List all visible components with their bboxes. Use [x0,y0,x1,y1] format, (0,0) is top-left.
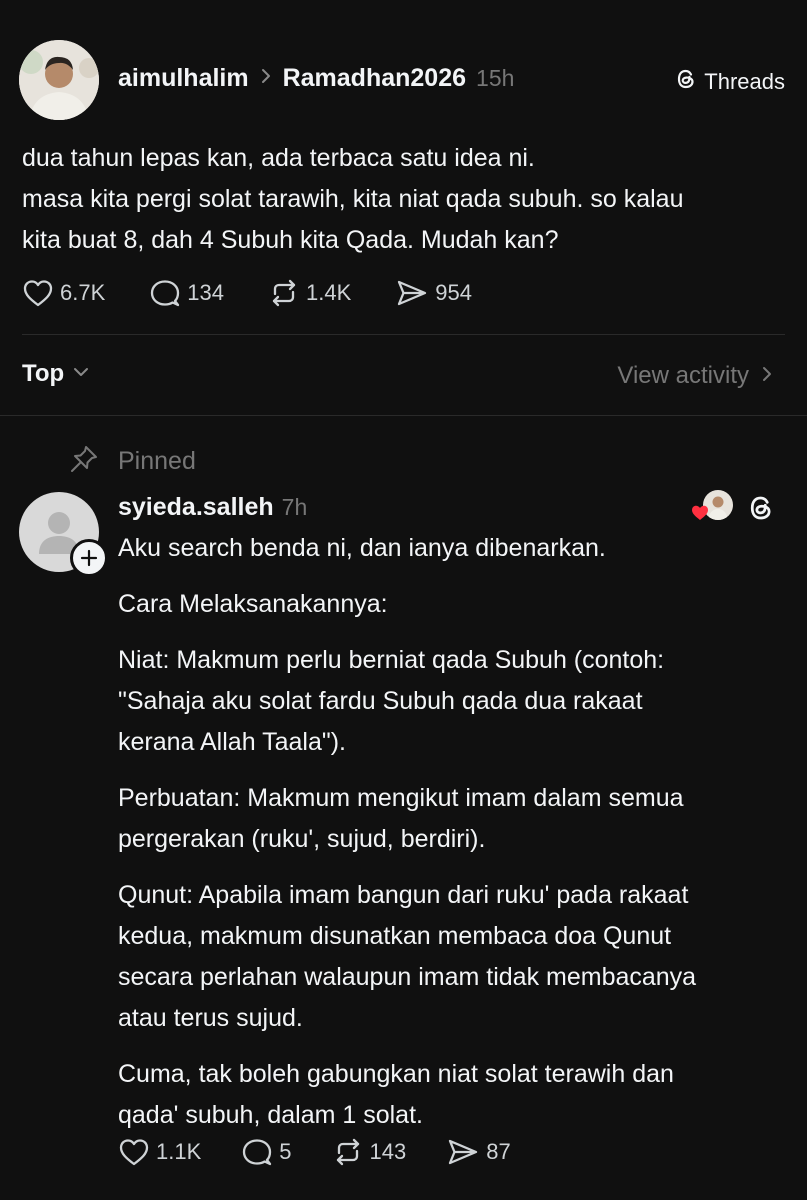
author-avatar[interactable] [19,40,99,120]
like-count: 1.1K [156,1139,202,1164]
threads-logo-icon [674,66,698,97]
heart-icon [118,1137,150,1167]
section-divider [0,415,807,416]
send-icon [446,1137,480,1167]
reply-author-name[interactable]: syieda.salleh [118,493,274,522]
reply-line: qada' subuh, dalam 1 solat. [118,1101,423,1129]
reply-line: pergerakan (ruku', sujud, berdiri). [118,825,486,853]
repost-icon [332,1137,364,1167]
reply-paragraph: Qunut: Apabila imam bangun dari ruku' pa… [118,875,798,1039]
post-divider [22,334,785,335]
like-count: 6.7K [60,280,106,305]
reply-line: kedua, makmum disunatkan membaca doa Qun… [118,922,672,950]
reply-avatar[interactable] [19,492,108,577]
post-author-name[interactable]: aimulhalim [118,64,249,93]
share-count: 954 [435,280,472,305]
chevron-down-icon [72,365,90,383]
reply-paragraph: Niat: Makmum perlu berniat qada Subuh (c… [118,640,798,763]
reply-actions: 1.1K 5 143 87 [118,1137,511,1167]
reply-share-button[interactable]: 87 [446,1137,511,1167]
reply-like-button[interactable]: 1.1K [118,1137,201,1167]
post-time: 15h [476,65,515,91]
reply-reply-button[interactable]: 5 [241,1137,292,1167]
post-line: kita buat 8, dah 4 Subuh kita Qada. Muda… [22,226,559,254]
pin-icon [68,444,100,479]
post-line: masa kita pergi solat tarawih, kita niat… [22,185,684,213]
chevron-right-icon [761,364,773,389]
reply-line: secara perlahan walaupun imam tidak memb… [118,963,697,991]
reply-line: Niat: Makmum perlu berniat qada Subuh (c… [118,646,665,674]
heart-icon [22,278,54,308]
send-icon [395,278,429,308]
plus-icon [80,549,98,567]
repost-count: 1.4K [305,280,352,305]
reply-time: 7h [281,494,308,520]
post-body: dua tahun lepas kan, ada terbaca satu id… [22,138,797,261]
reply-line: kerana Allah Taala"). [118,728,347,756]
post-repost-button[interactable]: 1.4K [268,278,351,308]
post-share-button[interactable]: 954 [395,278,472,308]
threads-badge-label: Threads [704,68,785,94]
reply-paragraph: Aku search benda ni, dan ianya dibenarka… [118,528,798,569]
reply-count: 134 [187,280,224,305]
reply-line: "Sahaja aku solat fardu Subuh qada dua r… [118,687,643,715]
author-liked-indicator [691,490,733,522]
post-topic-link[interactable]: Ramadhan2026 [283,64,466,93]
view-activity-label: View activity [617,362,749,389]
reply-paragraph: Perbuatan: Makmum mengikut imam dalam se… [118,778,798,860]
reply-header: syieda.salleh 7h [118,493,307,522]
reply-count: 5 [279,1139,292,1164]
reply-repost-button[interactable]: 143 [332,1137,407,1167]
post-actions: 6.7K 134 1.4K 954 [22,278,472,308]
view-activity-link[interactable]: View activity [617,362,773,390]
sort-dropdown[interactable]: Top [22,360,90,388]
repost-icon [268,278,300,308]
pinned-indicator: Pinned [68,444,196,479]
comment-icon [241,1137,273,1167]
reply-line: Qunut: Apabila imam bangun dari ruku' pa… [118,881,689,909]
reply-line: Aku search benda ni, dan ianya dibenarka… [118,534,606,562]
comment-icon [149,278,181,308]
share-count: 87 [486,1139,511,1164]
threads-logo-icon[interactable] [746,491,776,530]
reply-paragraph: Cuma, tak boleh gabungkan niat solat ter… [118,1054,798,1136]
chevron-right-icon [259,66,273,91]
reply-line: Cara Melaksanakannya: [118,590,388,618]
reply-line: Perbuatan: Makmum mengikut imam dalam se… [118,784,684,812]
post-reply-button[interactable]: 134 [149,278,224,308]
post-like-button[interactable]: 6.7K [22,278,105,308]
pinned-label: Pinned [118,447,196,475]
reply-line: atau terus sujud. [118,1004,303,1032]
heart-filled-icon [691,504,709,526]
repost-count: 143 [369,1139,407,1164]
follow-plus-button[interactable] [70,539,108,577]
sort-label: Top [22,360,65,387]
reply-line: Cuma, tak boleh gabungkan niat solat ter… [118,1060,674,1088]
reply-body: Aku search benda ni, dan ianya dibenarka… [118,528,798,1136]
reply-paragraph: Cara Melaksanakannya: [118,584,798,625]
post-header: aimulhalim Ramadhan2026 15h [118,64,514,93]
threads-badge[interactable]: Threads [674,66,785,97]
post-line: dua tahun lepas kan, ada terbaca satu id… [22,144,535,172]
